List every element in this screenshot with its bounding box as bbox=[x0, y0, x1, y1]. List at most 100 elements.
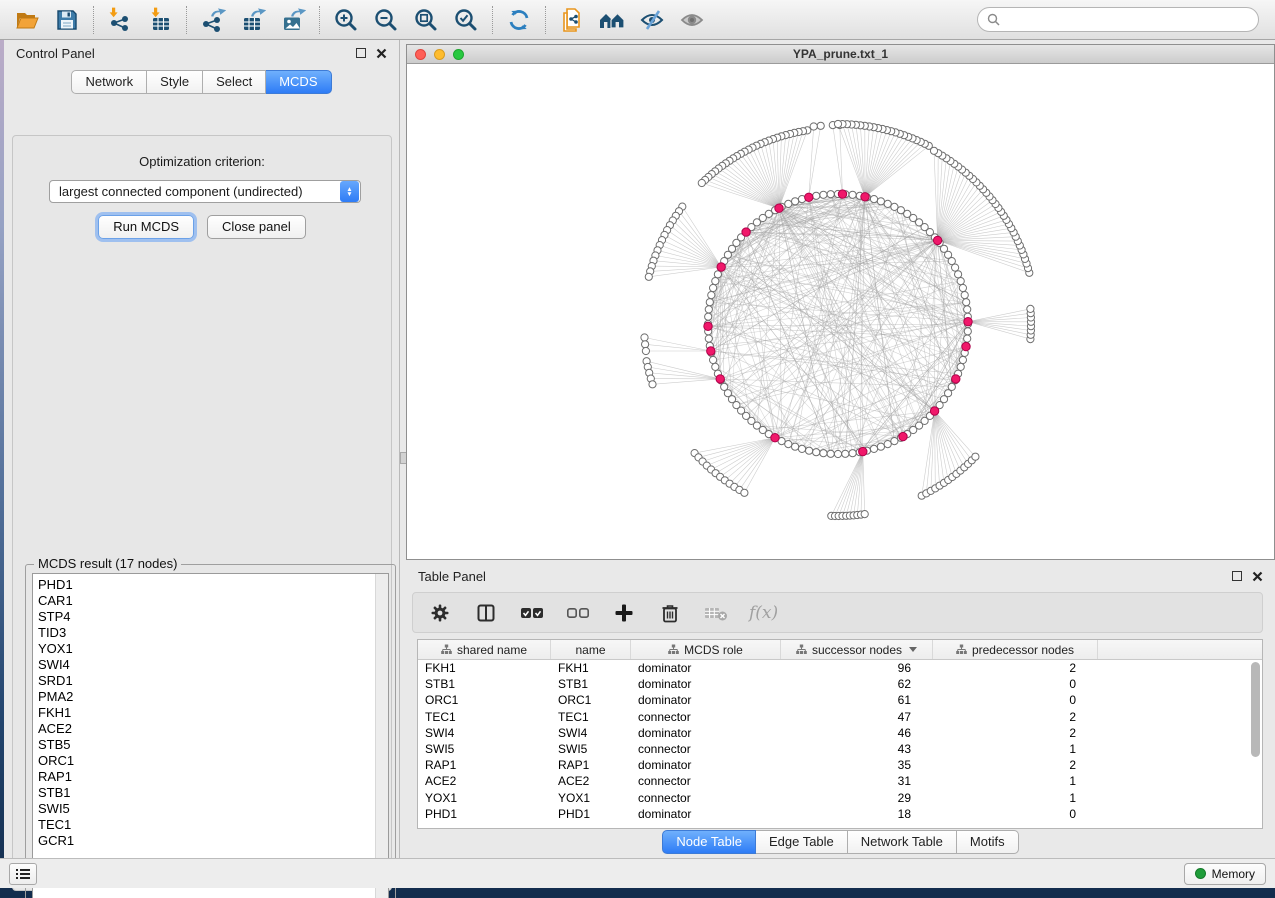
graph-node[interactable] bbox=[806, 447, 813, 454]
graph-node[interactable] bbox=[641, 334, 648, 341]
tab-network[interactable]: Network bbox=[71, 70, 147, 94]
graph-node[interactable] bbox=[959, 284, 966, 291]
mcds-node[interactable] bbox=[930, 407, 938, 415]
mcds-result-item[interactable]: RAP1 bbox=[38, 769, 375, 785]
export-table-button[interactable] bbox=[238, 5, 268, 35]
graph-node[interactable] bbox=[964, 335, 971, 342]
memory-button[interactable]: Memory bbox=[1184, 863, 1266, 885]
tab-mcds[interactable]: MCDS bbox=[266, 70, 331, 94]
mcds-node[interactable] bbox=[859, 447, 867, 455]
mcds-result-item[interactable]: ACE2 bbox=[38, 721, 375, 737]
graph-node[interactable] bbox=[820, 191, 827, 198]
graph-node[interactable] bbox=[741, 489, 748, 496]
mcds-result-item[interactable]: TEC1 bbox=[38, 817, 375, 833]
zoom-fit-button[interactable] bbox=[411, 5, 441, 35]
graph-node[interactable] bbox=[884, 200, 891, 207]
mcds-node[interactable] bbox=[838, 190, 846, 198]
mcds-node[interactable] bbox=[933, 236, 941, 244]
mcds-result-item[interactable]: SWI4 bbox=[38, 657, 375, 673]
save-session-button[interactable] bbox=[52, 5, 82, 35]
show-details-button[interactable] bbox=[677, 5, 707, 35]
graph-node[interactable] bbox=[642, 341, 649, 348]
graph-node[interactable] bbox=[792, 443, 799, 450]
mcds-result-item[interactable]: GCR1 bbox=[38, 833, 375, 849]
table-row[interactable]: SWI4SWI4dominator462 bbox=[418, 725, 1262, 741]
graph-node[interactable] bbox=[891, 203, 898, 210]
graph-node[interactable] bbox=[714, 271, 721, 278]
graph-node[interactable] bbox=[961, 292, 968, 299]
graph-node[interactable] bbox=[964, 328, 971, 335]
graph-node[interactable] bbox=[955, 271, 962, 278]
mcds-result-item[interactable]: STB5 bbox=[38, 737, 375, 753]
table-row[interactable]: RAP1RAP1dominator352 bbox=[418, 757, 1262, 773]
function-builder-button[interactable]: f(x) bbox=[749, 600, 778, 626]
graph-node[interactable] bbox=[842, 450, 849, 457]
graph-node[interactable] bbox=[810, 123, 817, 130]
mcds-node[interactable] bbox=[805, 193, 813, 201]
graph-node[interactable] bbox=[649, 381, 656, 388]
tab-edge-table[interactable]: Edge Table bbox=[756, 830, 848, 854]
mcds-node[interactable] bbox=[775, 204, 783, 212]
mcds-node[interactable] bbox=[861, 193, 869, 201]
column-header-shared-name[interactable]: shared name bbox=[418, 640, 551, 659]
graph-node[interactable] bbox=[957, 363, 964, 370]
table-row[interactable]: TEC1TEC1connector472 bbox=[418, 709, 1262, 725]
mcds-node[interactable] bbox=[707, 347, 715, 355]
search-field[interactable] bbox=[977, 7, 1259, 32]
list-scrollbar[interactable] bbox=[375, 574, 388, 898]
graph-node[interactable] bbox=[861, 511, 868, 518]
graph-node[interactable] bbox=[870, 196, 877, 203]
graph-node[interactable] bbox=[710, 284, 717, 291]
zoom-in-button[interactable] bbox=[331, 5, 361, 35]
graph-node[interactable] bbox=[827, 450, 834, 457]
graph-node[interactable] bbox=[645, 273, 652, 280]
column-header-successor-nodes[interactable]: successor nodes bbox=[781, 640, 933, 659]
tab-node-table[interactable]: Node Table bbox=[662, 830, 756, 854]
table-scrollbar-thumb[interactable] bbox=[1251, 662, 1260, 757]
graph-node[interactable] bbox=[963, 299, 970, 306]
select-all-button[interactable] bbox=[519, 600, 545, 626]
mcds-node[interactable] bbox=[704, 322, 712, 330]
graph-node[interactable] bbox=[785, 441, 792, 448]
run-mcds-button[interactable]: Run MCDS bbox=[98, 215, 194, 239]
graph-node[interactable] bbox=[849, 450, 856, 457]
column-header-predecessor-nodes[interactable]: predecessor nodes bbox=[933, 640, 1098, 659]
table-row[interactable]: ORC1ORC1dominator610 bbox=[418, 692, 1262, 708]
zoom-out-button[interactable] bbox=[371, 5, 401, 35]
refresh-layout-button[interactable] bbox=[504, 5, 534, 35]
mcds-result-item[interactable]: YOX1 bbox=[38, 641, 375, 657]
graph-node[interactable] bbox=[877, 198, 884, 205]
graph-node[interactable] bbox=[698, 179, 705, 186]
network-canvas[interactable] bbox=[407, 64, 1274, 559]
mcds-result-item[interactable]: PMA2 bbox=[38, 689, 375, 705]
mcds-node[interactable] bbox=[717, 263, 725, 271]
graph-node[interactable] bbox=[849, 191, 856, 198]
table-row[interactable]: ACE2ACE2connector311 bbox=[418, 773, 1262, 789]
hide-details-button[interactable] bbox=[637, 5, 667, 35]
graph-node[interactable] bbox=[834, 120, 841, 127]
table-row[interactable]: STB1STB1dominator620 bbox=[418, 676, 1262, 692]
close-panel-icon[interactable] bbox=[376, 48, 387, 59]
split-columns-button[interactable] bbox=[473, 600, 499, 626]
graph-node[interactable] bbox=[705, 313, 712, 320]
graph-node[interactable] bbox=[705, 306, 712, 313]
table-row[interactable]: SWI5SWI5connector431 bbox=[418, 741, 1262, 757]
mcds-result-item[interactable]: STB1 bbox=[38, 785, 375, 801]
graph-node[interactable] bbox=[1027, 305, 1034, 312]
graph-node[interactable] bbox=[710, 356, 717, 363]
export-network-button[interactable] bbox=[198, 5, 228, 35]
float-table-panel-icon[interactable] bbox=[1232, 571, 1242, 581]
home-button[interactable] bbox=[597, 5, 627, 35]
graph-node[interactable] bbox=[785, 200, 792, 207]
import-table-button[interactable] bbox=[145, 5, 175, 35]
mcds-node[interactable] bbox=[742, 228, 750, 236]
graph-node[interactable] bbox=[972, 453, 979, 460]
graph-node[interactable] bbox=[792, 198, 799, 205]
mcds-node[interactable] bbox=[962, 342, 970, 350]
table-settings-button[interactable] bbox=[427, 600, 453, 626]
mcds-result-item[interactable]: STP4 bbox=[38, 609, 375, 625]
graph-node[interactable] bbox=[877, 443, 884, 450]
mcds-node[interactable] bbox=[899, 432, 907, 440]
mcds-result-item[interactable]: CAR1 bbox=[38, 593, 375, 609]
zoom-selected-button[interactable] bbox=[451, 5, 481, 35]
